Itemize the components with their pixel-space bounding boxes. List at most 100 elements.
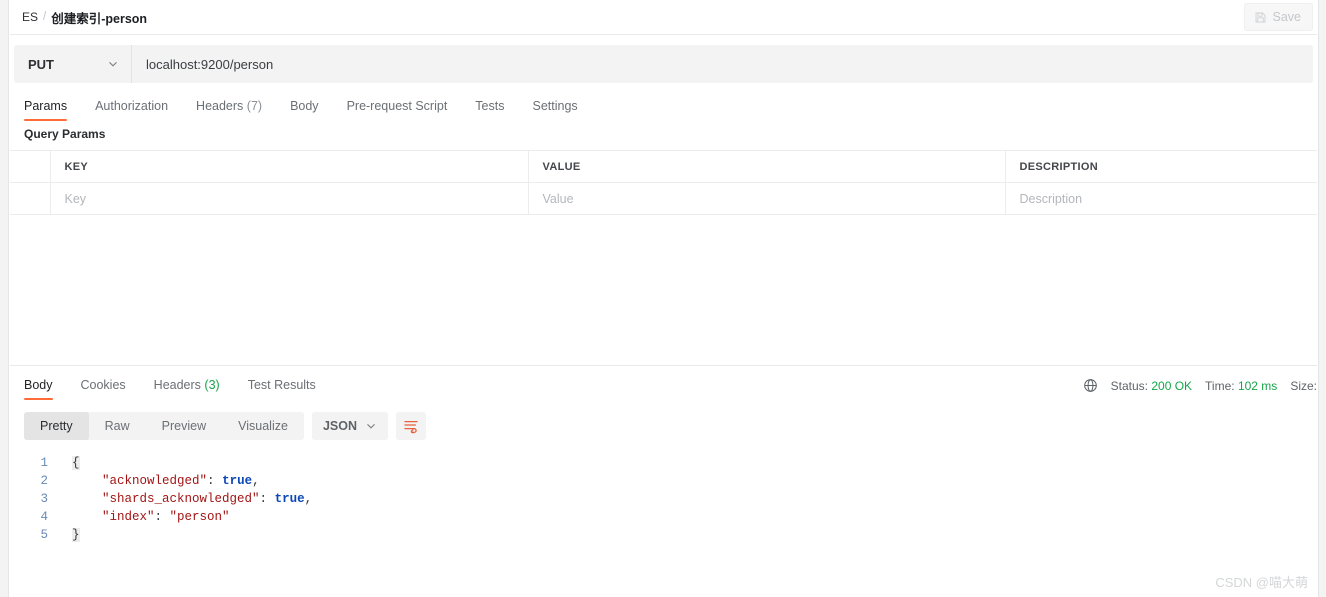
word-wrap-icon	[404, 420, 418, 434]
response-tab-test-results[interactable]: Test Results	[248, 378, 330, 400]
column-header-value: VALUE	[528, 150, 1006, 183]
size-label: Size:	[1290, 378, 1317, 393]
request-header-bar: ES / 创建索引-person Save	[10, 0, 1317, 35]
code-line: {	[72, 454, 1317, 472]
save-floppy-icon	[1255, 12, 1265, 22]
json-key: "index"	[102, 510, 155, 524]
postman-window: ES / 创建索引-person Save PUT localhost:9200…	[0, 0, 1326, 597]
response-tab-body-label: Body	[24, 378, 53, 392]
view-mode-group: Pretty Raw Preview Visualize	[24, 412, 304, 440]
page-title: 创建索引-person	[51, 11, 148, 26]
line-number: 2	[40, 474, 48, 488]
response-body-viewer[interactable]: 1 2 3 4 5 { "acknowledged": true, "shard…	[10, 440, 1317, 544]
breadcrumb: ES / 创建索引-person	[10, 8, 147, 27]
select-all-checkbox-cell[interactable]	[10, 150, 51, 183]
tab-settings-label: Settings	[532, 99, 578, 113]
breadcrumb-separator: /	[43, 11, 47, 23]
json-key: "shards_acknowledged"	[102, 492, 260, 506]
json-key: "acknowledged"	[102, 474, 208, 488]
format-selector-label: JSON	[322, 419, 357, 433]
tab-tests-label: Tests	[475, 99, 505, 113]
line-number: 1	[40, 456, 48, 470]
chevron-down-icon	[367, 424, 375, 429]
json-colon: :	[154, 510, 170, 524]
code-line: }	[72, 526, 1317, 544]
method-selector[interactable]: PUT	[14, 45, 132, 83]
line-number: 5	[40, 528, 48, 542]
time-value: 102 ms	[1237, 378, 1278, 393]
right-gutter	[1318, 0, 1326, 597]
query-params-title: Query Params	[24, 127, 106, 141]
view-mode-preview[interactable]: Preview	[146, 412, 222, 440]
method-label: PUT	[28, 56, 54, 72]
response-tab-headers-count: (3)	[204, 378, 220, 392]
response-meta: Status: 200 OK Time: 102 ms Size:	[1083, 378, 1317, 393]
row-description-input[interactable]: Description	[1005, 182, 1317, 215]
breadcrumb-root[interactable]: ES	[22, 10, 38, 24]
view-mode-visualize[interactable]: Visualize	[222, 412, 304, 440]
json-colon: :	[259, 492, 275, 506]
left-gutter	[0, 0, 9, 597]
row-key-input[interactable]: Key	[50, 182, 529, 215]
status-label: Status:	[1110, 378, 1148, 393]
view-mode-pretty-label: Pretty	[40, 419, 73, 433]
code-line: "shards_acknowledged": true,	[72, 490, 1317, 508]
url-bar: PUT	[14, 45, 1313, 83]
tab-pre-request-script[interactable]: Pre-request Script	[347, 99, 462, 121]
response-view-toolbar: Pretty Raw Preview Visualize JSON	[10, 400, 1317, 440]
time-label: Time:	[1205, 378, 1235, 393]
json-boolean: true	[222, 474, 253, 488]
tab-headers[interactable]: Headers (7)	[196, 99, 276, 121]
response-tab-headers[interactable]: Headers (3)	[154, 378, 234, 400]
row-value-input[interactable]: Value	[528, 182, 1006, 215]
tab-headers-count: (7)	[246, 99, 263, 113]
tab-authorization[interactable]: Authorization	[95, 99, 182, 121]
tab-pre-request-script-label: Pre-request Script	[346, 99, 448, 113]
chevron-down-icon	[109, 62, 117, 67]
json-boolean: true	[274, 492, 305, 506]
response-tab-headers-label: Headers	[153, 378, 201, 392]
json-close-brace: }	[72, 528, 80, 542]
tab-params-label: Params	[24, 99, 68, 113]
request-empty-area	[10, 215, 1317, 365]
url-input[interactable]	[132, 45, 1313, 83]
status-badge: 200 OK	[1151, 378, 1193, 393]
response-tabs: Body Cookies Headers (3) Test Results St…	[10, 366, 1317, 400]
response-tab-body[interactable]: Body	[24, 378, 67, 400]
view-mode-visualize-label: Visualize	[238, 419, 288, 433]
status-group[interactable]: Status: 200 OK	[1111, 379, 1192, 393]
tab-body[interactable]: Body	[290, 99, 333, 121]
column-header-description: DESCRIPTION	[1005, 150, 1317, 183]
response-tab-cookies[interactable]: Cookies	[81, 378, 140, 400]
json-comma: ,	[252, 474, 260, 488]
tab-tests[interactable]: Tests	[475, 99, 518, 121]
view-mode-pretty[interactable]: Pretty	[24, 412, 89, 440]
line-number: 4	[40, 510, 48, 524]
row-checkbox-cell[interactable]	[10, 182, 51, 215]
json-string-value: "person"	[169, 510, 230, 524]
code-lines: { "acknowledged": true, "shards_acknowle…	[56, 454, 1317, 544]
save-button[interactable]: Save	[1243, 3, 1313, 31]
response-tab-cookies-label: Cookies	[80, 378, 126, 392]
code-line: "index": "person"	[72, 508, 1317, 526]
request-response-stage: ES / 创建索引-person Save PUT localhost:9200…	[10, 0, 1317, 597]
json-comma: ,	[304, 492, 313, 506]
line-number: 3	[40, 492, 48, 506]
save-button-label: Save	[1272, 10, 1302, 24]
request-tabs: Params Authorization Headers (7) Body Pr…	[10, 83, 1317, 121]
url-bar-container: PUT	[10, 35, 1317, 83]
tab-params[interactable]: Params	[24, 99, 81, 121]
tab-headers-label: Headers	[196, 99, 244, 113]
line-number-gutter: 1 2 3 4 5	[10, 454, 56, 544]
view-mode-raw[interactable]: Raw	[89, 412, 146, 440]
time-group: Time: 102 ms	[1205, 379, 1277, 393]
word-wrap-button[interactable]	[396, 412, 426, 440]
table-header-row: KEY VALUE DESCRIPTION	[10, 150, 1317, 183]
format-selector[interactable]: JSON	[311, 412, 388, 440]
globe-icon[interactable]	[1083, 378, 1098, 393]
tab-body-label: Body	[290, 99, 319, 113]
tab-settings[interactable]: Settings	[532, 99, 591, 121]
